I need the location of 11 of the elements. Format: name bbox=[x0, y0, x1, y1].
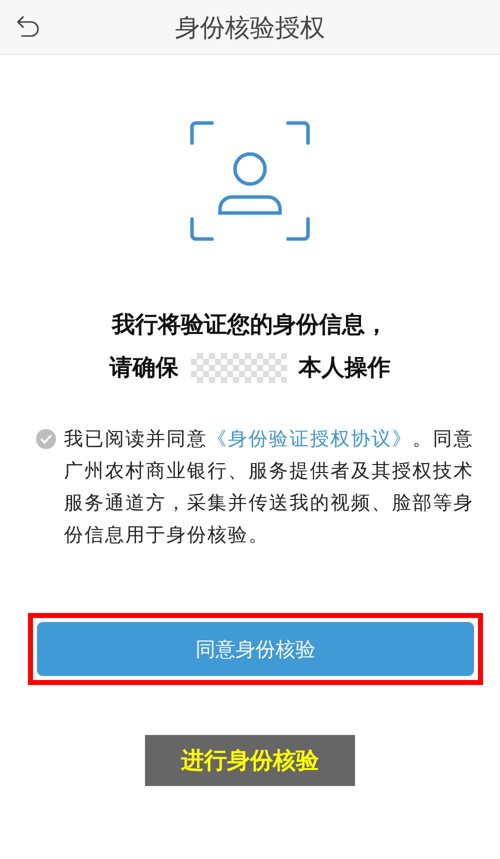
agree-verify-button[interactable]: 同意身份核验 bbox=[37, 622, 474, 676]
callout-text: 进行身份核验 bbox=[181, 747, 319, 776]
face-scan-icon bbox=[190, 121, 310, 241]
verification-heading: 请确保 bbox=[110, 354, 178, 383]
agreement-link[interactable]: 《身份验证授权协议》 bbox=[208, 428, 412, 450]
agreement-text: 我已阅读并同意《身份验证授权协议》。同意广州农村商业银行、服务提供者及其授权技术服务通道方，采集并传送我的视频、脸部等身份信息用于身份核验。 bbox=[64, 427, 474, 548]
agree-checkbox[interactable] bbox=[36, 429, 56, 449]
verification-heading: 我行将验证您的身份信息， bbox=[112, 311, 388, 340]
page-title: 身份核验授权 bbox=[175, 12, 325, 44]
verification-heading: 本人操作 bbox=[298, 354, 390, 383]
check-icon bbox=[40, 434, 52, 444]
